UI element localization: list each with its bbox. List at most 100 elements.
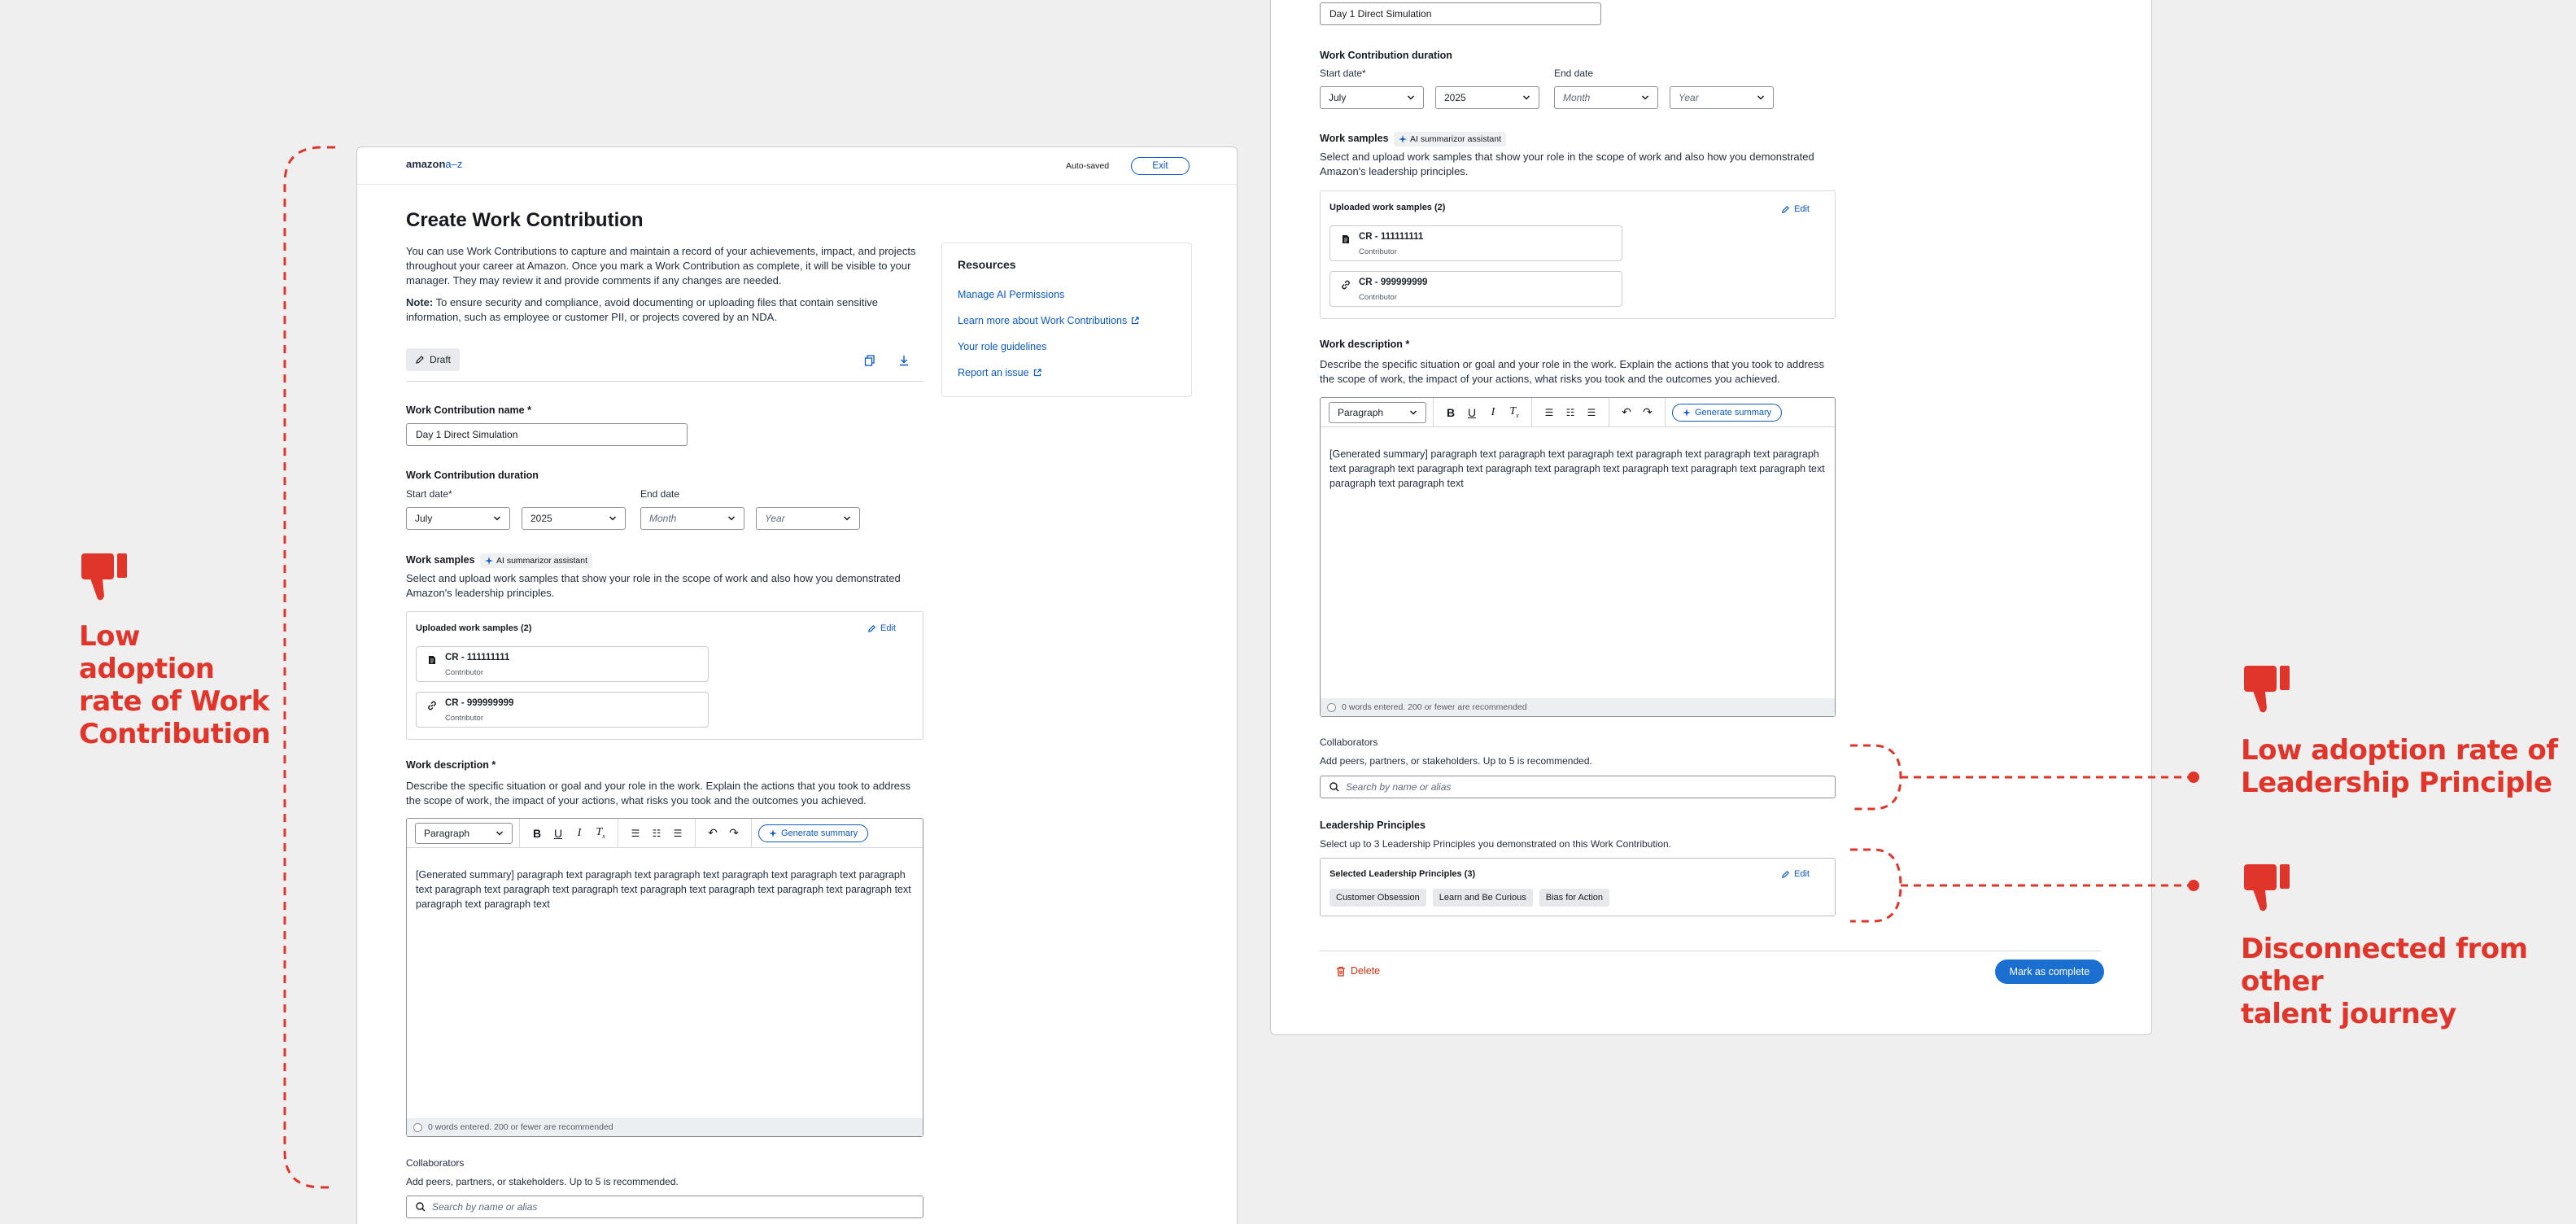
sparkle-icon — [769, 828, 777, 837]
start-date-label: Start date* — [406, 488, 452, 500]
italic-button[interactable]: I — [569, 827, 590, 840]
chevron-down-icon — [727, 516, 736, 521]
editor-toolbar: Paragraph B U I Tx ☰ ☷ ☰ ↶ ↷ Generate su… — [407, 818, 923, 848]
uploaded-label: Uploaded work samples (2) — [416, 623, 532, 633]
end-year-select[interactable]: Year — [1670, 86, 1774, 109]
form-panel-left: amazona–z Auto-saved Exit Create Work Co… — [356, 146, 1238, 1224]
report-issue-link[interactable]: Report an issue — [958, 367, 1041, 378]
chevron-down-icon — [1409, 409, 1417, 415]
paragraph-style-select[interactable]: Paragraph — [1329, 401, 1426, 423]
bold-button[interactable]: B — [1440, 406, 1461, 419]
collaborators-desc: Add peers, partners, or stakeholders. Up… — [1320, 755, 1592, 767]
numbered-list-icon[interactable]: ☷ — [1560, 407, 1581, 418]
disconnected-callout: Disconnected from other talent journey — [2241, 933, 2528, 1030]
end-year-select[interactable]: Year — [756, 507, 860, 530]
undo-icon[interactable]: ↶ — [702, 826, 723, 840]
uploaded-label: Uploaded work samples (2) — [1329, 203, 1446, 212]
bullet-list-icon[interactable]: ☰ — [1539, 407, 1560, 418]
link-icon — [1342, 280, 1350, 290]
manage-ai-permissions-link[interactable]: Manage AI Permissions — [958, 289, 1064, 300]
external-link-icon — [1033, 369, 1041, 377]
start-month-select[interactable]: July — [406, 507, 510, 530]
end-date-label: End date — [1554, 68, 1594, 79]
description-help: Describe the specific situation or goal … — [1320, 358, 1825, 385]
search-icon — [416, 1202, 426, 1212]
edit-lp-link[interactable]: Edit — [1781, 869, 1810, 879]
word-count-bar: 0 words entered. 200 or fewer are recomm… — [1321, 698, 1835, 716]
editor-toolbar: Paragraph B U I Tx ☰ ☷ ☰ ↶ ↷ Generate su… — [1321, 397, 1835, 427]
bold-button[interactable]: B — [526, 827, 548, 840]
chevron-down-icon — [1757, 95, 1765, 100]
ai-summarizer-badge: AI summarizor assistant — [1394, 132, 1507, 146]
paragraph-style-select[interactable]: Paragraph — [415, 822, 513, 844]
bracket-left — [283, 146, 335, 1189]
clear-format-button[interactable]: Tx — [590, 826, 611, 840]
thumbs-down-icon — [2244, 864, 2290, 911]
start-year-select[interactable]: 2025 — [522, 507, 626, 530]
sparkle-icon — [1683, 408, 1691, 417]
generate-summary-button[interactable]: Generate summary — [758, 824, 869, 842]
sample-item[interactable]: CR - 999999999 Contributor — [1329, 271, 1622, 307]
delete-button[interactable]: Delete — [1336, 965, 1380, 977]
bracket-collaborators — [1850, 744, 2199, 811]
sample-item[interactable]: CR - 999999999 Contributor — [416, 692, 709, 728]
learn-more-link[interactable]: Learn more about Work Contributions — [958, 315, 1139, 326]
document-icon — [1343, 235, 1349, 243]
name-label: Work Contribution name * — [406, 404, 531, 416]
leadership-principles-desc: Select up to 3 Leadership Principles you… — [1320, 838, 1672, 850]
collaborators-search-input[interactable]: Search by name or alias — [1320, 776, 1836, 798]
description-editor[interactable]: Paragraph B U I Tx ☰ ☷ ☰ ↶ ↷ Generate su… — [1320, 397, 1836, 717]
download-icon[interactable] — [898, 355, 910, 366]
description-editor[interactable]: Paragraph B U I Tx ☰ ☷ ☰ ↶ ↷ Generate su… — [406, 818, 923, 1137]
samples-desc: Select and upload work samples that show… — [406, 572, 901, 599]
sample-item[interactable]: CR - 111111111 Contributor — [1329, 225, 1622, 261]
redo-icon[interactable]: ↷ — [723, 826, 744, 840]
bullet-list-icon[interactable]: ☰ — [625, 828, 646, 839]
italic-button[interactable]: I — [1482, 406, 1504, 419]
end-month-select[interactable]: Month — [640, 507, 744, 530]
sample-item[interactable]: CR - 111111111 Contributor — [416, 646, 709, 682]
undo-icon[interactable]: ↶ — [1616, 405, 1637, 419]
end-date-label: End date — [640, 488, 680, 500]
underline-button[interactable]: U — [548, 827, 569, 840]
copy-icon[interactable] — [864, 355, 875, 366]
description-label: Work description * — [1320, 339, 1410, 350]
external-link-icon — [1132, 317, 1139, 325]
numbered-list-icon[interactable]: ☷ — [646, 828, 667, 839]
checklist-icon[interactable]: ☰ — [667, 828, 688, 839]
redo-icon[interactable]: ↷ — [1637, 405, 1658, 419]
pencil-icon — [868, 624, 876, 632]
document-icon — [429, 656, 435, 664]
edit-samples-link[interactable]: Edit — [1781, 204, 1810, 214]
generate-summary-button[interactable]: Generate summary — [1672, 403, 1783, 422]
leadership-principle-callout: Low adoption rate of Leadership Principl… — [2241, 734, 2558, 799]
checklist-icon[interactable]: ☰ — [1581, 407, 1602, 418]
mark-complete-button[interactable]: Mark as complete — [1995, 960, 2104, 984]
thumbs-down-icon — [81, 553, 127, 601]
start-year-select[interactable]: 2025 — [1435, 86, 1539, 109]
end-month-select[interactable]: Month — [1554, 86, 1658, 109]
name-input[interactable]: Day 1 Direct Simulation — [406, 423, 688, 446]
sparkle-icon — [485, 557, 493, 565]
chevron-down-icon — [1641, 95, 1649, 100]
duration-label: Work Contribution duration — [406, 470, 539, 481]
collaborators-label: Collaborators — [406, 1157, 465, 1169]
start-month-select[interactable]: July — [1320, 86, 1424, 109]
edit-samples-link[interactable]: Edit — [867, 623, 896, 633]
status-circle-icon — [413, 1122, 422, 1132]
name-input[interactable]: Day 1 Direct Simulation — [1320, 2, 1601, 25]
exit-button[interactable]: Exit — [1131, 157, 1190, 175]
description-help: Describe the specific situation or goal … — [406, 780, 911, 807]
resources-panel: Resources Manage AI Permissions Learn mo… — [941, 243, 1192, 397]
lp-tags: Customer Obsession Learn and Be Curious … — [1329, 889, 1610, 907]
collaborators-search-input[interactable]: Search by name or alias — [406, 1196, 923, 1218]
pencil-icon — [1782, 205, 1790, 213]
amazon-az-logo: amazona–z — [406, 158, 463, 170]
clear-format-button[interactable]: Tx — [1504, 405, 1525, 419]
ai-summarizer-badge: AI summarizor assistant — [480, 553, 593, 568]
link-icon — [428, 701, 436, 710]
chevron-down-icon — [1522, 95, 1530, 100]
selected-lp-label: Selected Leadership Principles (3) — [1329, 869, 1476, 879]
underline-button[interactable]: U — [1461, 406, 1482, 419]
role-guidelines-link[interactable]: Your role guidelines — [958, 341, 1046, 352]
